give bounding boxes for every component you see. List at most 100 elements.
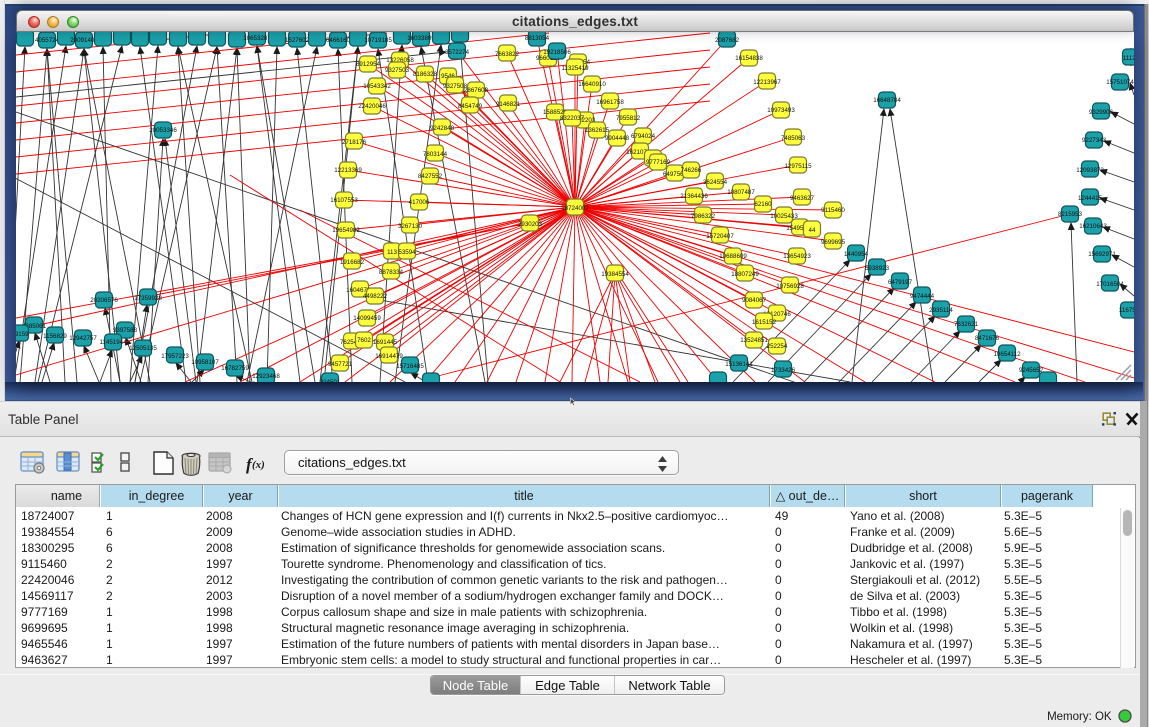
svg-text:7632621: 7632621 [954, 321, 979, 328]
svg-text:17957223: 17957223 [161, 353, 189, 360]
svg-text:2930203: 2930203 [518, 221, 543, 228]
svg-text:252254: 252254 [767, 343, 788, 350]
svg-text:10973493: 10973493 [767, 107, 795, 114]
svg-text:17016504: 17016504 [1096, 281, 1124, 288]
svg-text:17359928: 17359928 [134, 295, 162, 302]
svg-text:16154838: 16154838 [735, 55, 763, 62]
svg-text:18724007: 18724007 [561, 205, 589, 212]
svg-text:8454749: 8454749 [458, 103, 483, 110]
svg-text:6466160: 6466160 [326, 37, 351, 44]
svg-text:9329906: 9329906 [1089, 109, 1114, 116]
svg-text:7986322: 7986322 [691, 213, 716, 220]
svg-text:1615152: 1615152 [752, 319, 777, 326]
svg-text:15692971: 15692971 [1088, 251, 1116, 258]
svg-text:3624554: 3624554 [703, 179, 728, 186]
svg-text:7663822: 7663822 [495, 51, 520, 58]
svg-text:1244415: 1244415 [1078, 195, 1103, 202]
svg-text:1691445: 1691445 [373, 339, 398, 346]
svg-text:10756928: 10756928 [776, 283, 804, 290]
svg-text:4055724: 4055724 [35, 37, 60, 44]
svg-text:113: 113 [387, 249, 397, 256]
svg-text:417006: 417006 [409, 199, 430, 206]
svg-text:7955812: 7955812 [616, 115, 641, 122]
svg-text:15720407: 15720407 [706, 233, 734, 240]
svg-text:16914479: 16914479 [375, 353, 403, 360]
svg-text:12975115: 12975115 [784, 163, 812, 170]
svg-text:1156829: 1156829 [43, 333, 67, 340]
svg-text:6794024: 6794024 [631, 133, 656, 140]
svg-text:15751074: 15751074 [1106, 79, 1134, 86]
svg-text:10654112: 10654112 [993, 351, 1021, 358]
svg-text:9904448: 9904448 [605, 135, 630, 142]
svg-text:9397588: 9397588 [113, 327, 138, 334]
svg-text:9227343: 9227343 [1082, 137, 1107, 144]
svg-text:1916682: 1916682 [340, 259, 365, 266]
svg-text:2867608: 2867608 [464, 87, 489, 94]
svg-text:13654923: 13654923 [783, 253, 811, 260]
svg-text:11127: 11127 [1123, 55, 1134, 62]
svg-text:8813054: 8813054 [525, 35, 550, 42]
svg-text:19218506: 19218506 [543, 49, 571, 56]
svg-text:16648784: 16648784 [873, 97, 901, 104]
svg-text:11325419: 11325419 [561, 65, 589, 72]
svg-text:12505135: 12505135 [129, 345, 157, 352]
svg-text:9463627: 9463627 [790, 195, 815, 202]
svg-text:1362615: 1362615 [585, 127, 610, 134]
svg-text:16033809: 16033809 [407, 35, 435, 42]
svg-text:4498222: 4498222 [363, 293, 388, 300]
svg-text:16640910: 16640910 [578, 81, 606, 88]
svg-text:12213967: 12213967 [753, 79, 781, 86]
svg-text:3267130: 3267130 [398, 223, 423, 230]
svg-text:12942757: 12942757 [69, 335, 97, 342]
svg-text:16961758: 16961758 [596, 99, 624, 106]
svg-text:21364436: 21364436 [680, 193, 708, 200]
svg-text:22420046: 22420046 [358, 103, 386, 110]
svg-text:8215953: 8215953 [1058, 211, 1083, 218]
svg-text:39159: 39159 [16, 331, 29, 338]
svg-text:1440954: 1440954 [844, 251, 869, 258]
svg-text:9777169: 9777169 [646, 159, 671, 166]
svg-text:16210643: 16210643 [1079, 223, 1107, 230]
svg-text:2935114: 2935114 [929, 307, 953, 314]
svg-text:9245652: 9245652 [1019, 367, 1044, 374]
svg-text:11451944: 11451944 [99, 339, 127, 346]
svg-text:6479197: 6479197 [888, 279, 913, 286]
svg-text:10543342: 10543342 [363, 83, 391, 90]
svg-text:18807249: 18807249 [731, 271, 759, 278]
svg-text:16782759: 16782759 [221, 365, 249, 372]
svg-text:10688609: 10688609 [719, 253, 747, 260]
svg-text:8912954: 8912954 [356, 61, 381, 68]
svg-text:19654982: 19654982 [332, 227, 360, 234]
svg-text:116753: 116753 [1119, 307, 1134, 314]
svg-text:10653287: 10653287 [243, 35, 271, 42]
svg-text:20053346: 20053346 [149, 127, 177, 134]
svg-text:9457721: 9457721 [328, 361, 353, 368]
svg-text:7803144: 7803144 [423, 151, 448, 158]
svg-text:9242848: 9242848 [430, 125, 455, 132]
svg-text:10719185: 10719185 [364, 37, 392, 44]
svg-text:10807487: 10807487 [727, 189, 755, 196]
svg-text:12923468: 12923468 [252, 373, 280, 380]
svg-text:12213369: 12213369 [334, 167, 362, 174]
svg-text:8322037: 8322037 [560, 115, 585, 122]
svg-text:8878334: 8878334 [379, 269, 404, 276]
svg-text:8471676: 8471676 [975, 335, 1000, 342]
svg-text:62160: 62160 [754, 201, 772, 208]
svg-text:9115460: 9115460 [821, 207, 845, 214]
svg-text:15136141: 15136141 [725, 361, 753, 368]
svg-text:12093872: 12093872 [1076, 167, 1104, 174]
svg-text:14099459: 14099459 [353, 315, 381, 322]
svg-text:7602: 7602 [357, 337, 371, 344]
svg-text:2087682: 2087682 [715, 37, 740, 44]
svg-text:746266: 746266 [681, 167, 702, 174]
svg-text:13524851: 13524851 [740, 337, 768, 344]
svg-text:9699695: 9699695 [821, 239, 846, 246]
svg-text:9084067: 9084067 [742, 297, 767, 304]
svg-text:5938923: 5938923 [865, 265, 890, 272]
svg-text:8427552: 8427552 [418, 173, 443, 180]
svg-text:44: 44 [809, 227, 816, 234]
svg-text:15716485: 15716485 [396, 363, 424, 370]
svg-text:8186328: 8186328 [413, 71, 438, 78]
svg-text:16107553: 16107553 [330, 197, 358, 204]
svg-text:1733426: 1733426 [771, 367, 796, 374]
